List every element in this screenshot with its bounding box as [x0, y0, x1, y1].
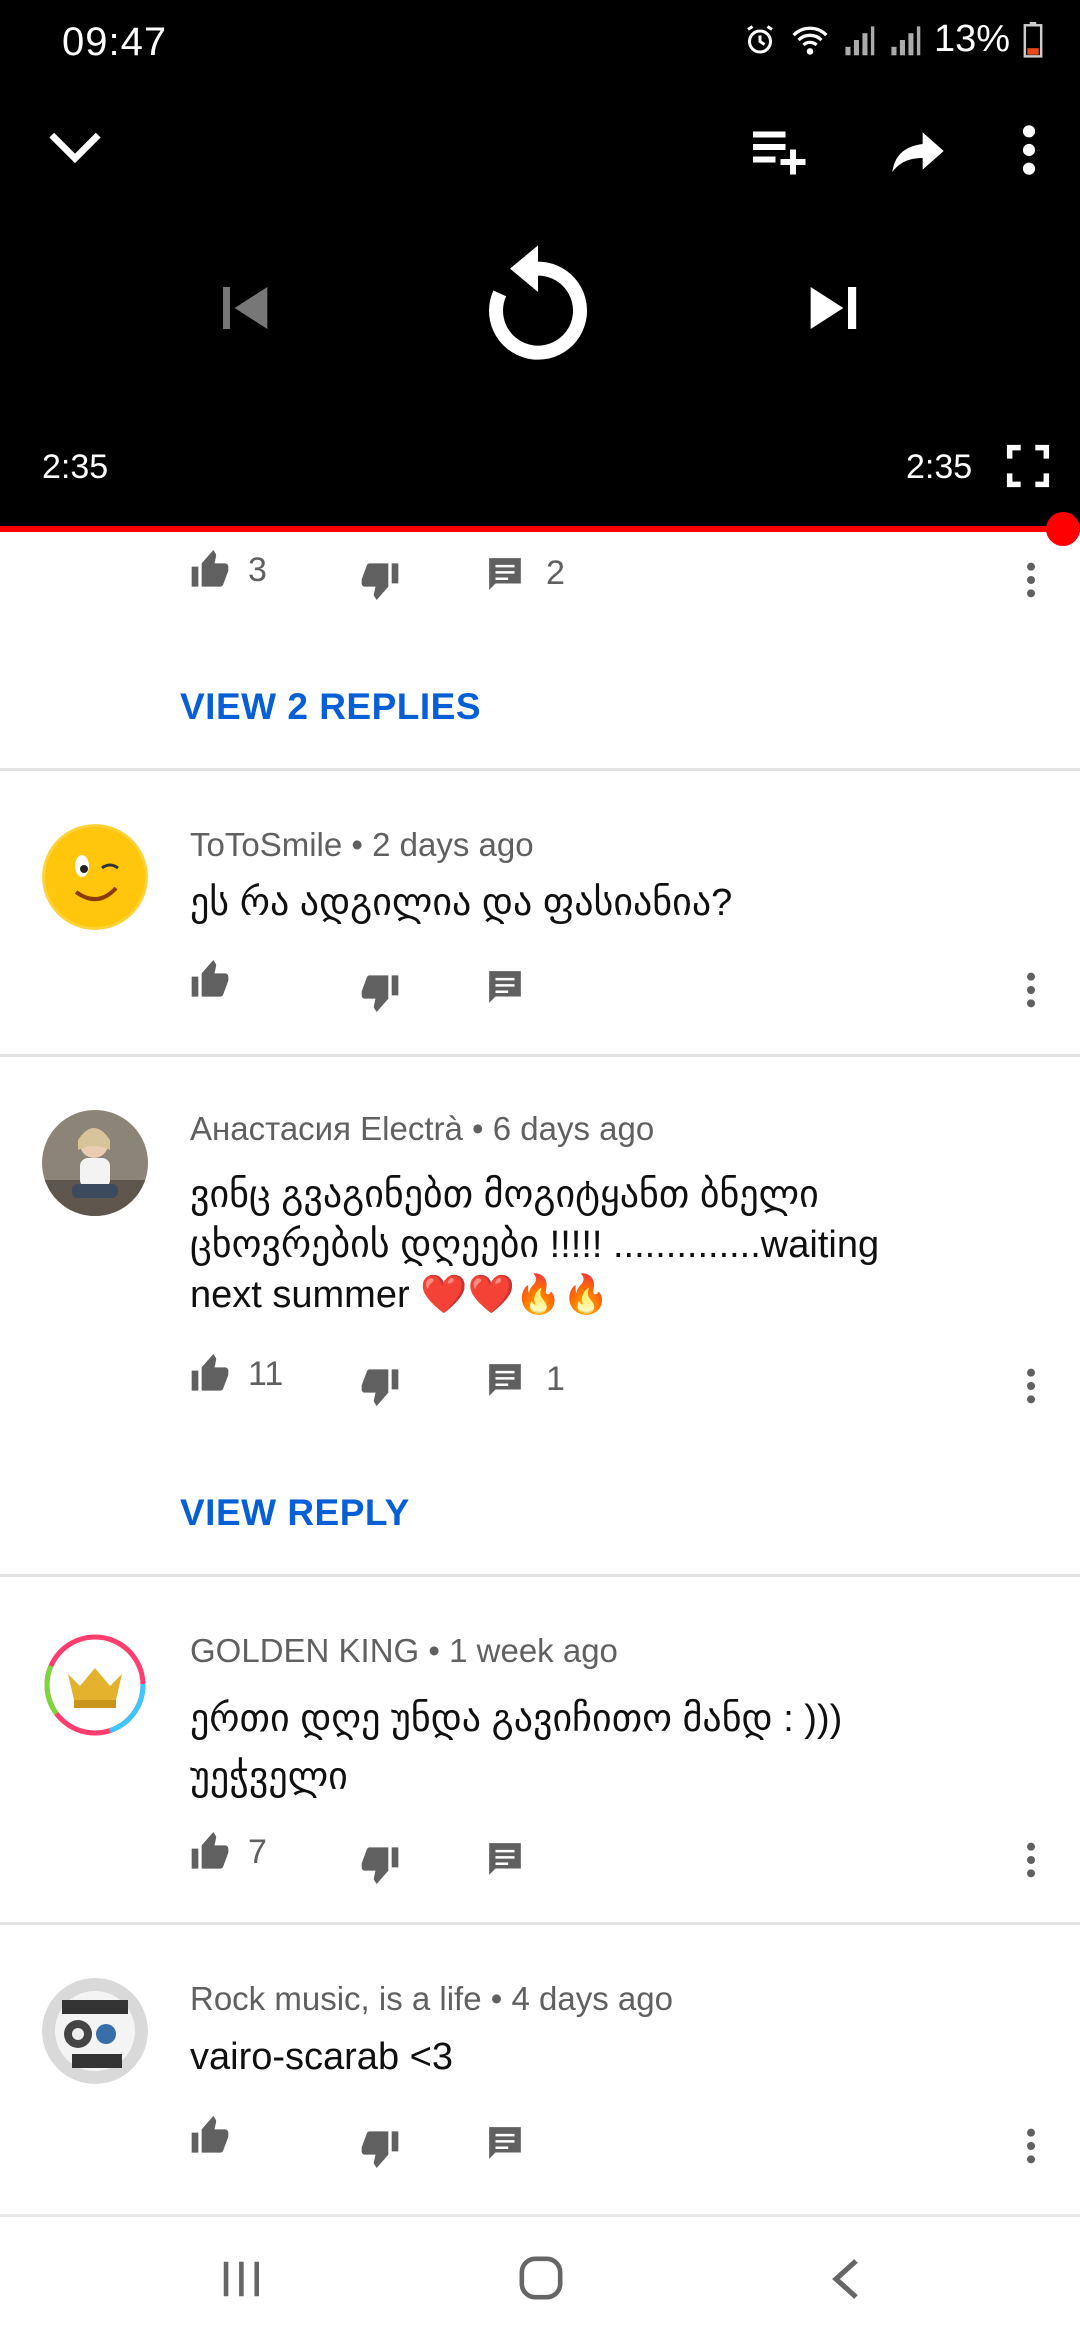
dislike-button[interactable] — [360, 560, 400, 600]
avatar[interactable] — [42, 1978, 148, 2084]
dislike-button[interactable] — [360, 1844, 400, 1884]
duration-time: 2:35 — [906, 448, 973, 486]
comment-age: 4 days ago — [511, 1980, 673, 2017]
video-player[interactable]: 09:47 13% 2:35 2:35 — [0, 0, 1080, 532]
progress-scrubber[interactable] — [1046, 512, 1080, 546]
comment-text-fragment: next summer — [190, 1274, 421, 1316]
like-count: 7 — [248, 1832, 267, 1871]
recent-apps-icon[interactable] — [218, 2257, 264, 2301]
wifi-icon — [790, 22, 830, 58]
share-icon[interactable] — [890, 126, 946, 176]
battery-percent: 13% — [933, 18, 1010, 60]
divider — [0, 1574, 1080, 1577]
avatar[interactable] — [42, 1110, 148, 1216]
dislike-button[interactable] — [360, 2128, 400, 2168]
view-replies-link[interactable]: VIEW 2 REPLIES — [180, 686, 481, 728]
reply-count: 2 — [546, 554, 565, 592]
comment-meta: Анастасия Electrà • 6 days ago — [190, 1110, 654, 1148]
replay-icon[interactable] — [482, 244, 594, 368]
reply-button[interactable] — [486, 1840, 524, 1878]
comment-author[interactable]: Rock music, is a life — [190, 1980, 482, 2017]
like-button[interactable]: 7 — [190, 1832, 267, 1872]
comment-age: 2 days ago — [372, 826, 534, 863]
like-button[interactable] — [190, 960, 230, 1000]
comment-menu-icon[interactable] — [1016, 960, 1046, 1020]
comment-text: ერთი დღე უნდა გავიჩითო მანდ : ))) უეჭველ… — [190, 1690, 1050, 1806]
signal-icon-2 — [888, 23, 922, 57]
emoji-hearts-fire: ❤️❤️🔥🔥 — [420, 1274, 610, 1316]
comment-text-line: next summer ❤️❤️🔥🔥 — [190, 1270, 1010, 1320]
comment-text: ეს რა ადგილია და ფასიანია? — [190, 882, 733, 924]
comment-author[interactable]: GOLDEN KING — [190, 1632, 419, 1669]
comment-meta: Rock music, is a life • 4 days ago — [190, 1980, 673, 2018]
reply-button[interactable]: 2 — [486, 554, 565, 593]
avatar[interactable] — [42, 824, 148, 930]
like-count: 3 — [248, 550, 267, 589]
back-icon[interactable] — [826, 2257, 866, 2301]
divider — [0, 1922, 1080, 1925]
more-options-icon[interactable] — [1014, 122, 1044, 178]
status-bar: 09:47 13% — [0, 0, 1080, 84]
reply-button[interactable] — [486, 968, 524, 1006]
comment-meta: ToToSmile • 2 days ago — [190, 826, 534, 864]
comment-author[interactable]: ToToSmile — [190, 826, 342, 863]
status-icons: 13% — [742, 18, 1044, 61]
comment-meta: GOLDEN KING • 1 week ago — [190, 1632, 618, 1670]
reply-button[interactable]: 1 — [486, 1360, 565, 1399]
comment-text-line: ვინც გვაგინებთ მოგიტყანთ ბნელი — [190, 1174, 819, 1216]
dislike-button[interactable] — [360, 972, 400, 1012]
comment-text-line: უეჭველი — [190, 1756, 348, 1798]
comment-menu-icon[interactable] — [1016, 1830, 1046, 1890]
signal-icon — [842, 23, 876, 57]
dislike-button[interactable] — [360, 1366, 400, 1406]
comment-menu-icon[interactable] — [1016, 550, 1046, 610]
meta-separator: • — [481, 1980, 512, 2017]
meta-separator: • — [462, 1110, 493, 1147]
fullscreen-icon[interactable] — [1006, 444, 1050, 488]
progress-bar[interactable] — [0, 526, 1064, 532]
divider — [0, 768, 1080, 771]
avatar[interactable] — [42, 1632, 148, 1738]
elapsed-time: 2:35 — [42, 448, 109, 486]
battery-icon — [1022, 21, 1044, 58]
home-icon[interactable] — [518, 2255, 564, 2301]
like-count: 11 — [248, 1354, 284, 1393]
like-button[interactable]: 11 — [190, 1354, 283, 1394]
meta-separator: • — [419, 1632, 450, 1669]
next-track-icon[interactable] — [806, 280, 862, 336]
add-to-queue-icon[interactable] — [748, 124, 808, 180]
minimize-chevron-icon[interactable] — [44, 124, 106, 172]
like-button[interactable] — [190, 2116, 230, 2156]
reply-button[interactable] — [486, 2124, 524, 2162]
system-nav-bar — [0, 2214, 1080, 2343]
meta-separator: • — [342, 826, 373, 863]
view-reply-link[interactable]: VIEW REPLY — [180, 1492, 410, 1534]
status-time: 09:47 — [62, 20, 168, 64]
comment-text: vairo-scarab <3 — [190, 2036, 453, 2078]
comment-author[interactable]: Анастасия Electrà — [190, 1110, 463, 1147]
comment-age: 6 days ago — [492, 1110, 655, 1147]
comment-text: ვინც გვაგინებთ მოგიტყანთ ბნელი ცხოვრების… — [190, 1170, 1010, 1320]
like-button[interactable]: 3 — [190, 550, 267, 590]
comment-menu-icon[interactable] — [1016, 1356, 1046, 1416]
comment-text-line: ერთი დღე უნდა გავიჩითო მანდ : ))) — [190, 1698, 843, 1740]
comment-age: 1 week ago — [449, 1632, 618, 1669]
reply-count: 1 — [546, 1360, 565, 1398]
previous-track-icon[interactable] — [216, 280, 272, 336]
comment-text-line: ცხოვრების დღეები !!!!! ..............wai… — [190, 1224, 880, 1266]
divider — [0, 1054, 1080, 1057]
comment-menu-icon[interactable] — [1016, 2116, 1046, 2176]
alarm-icon — [742, 22, 778, 58]
